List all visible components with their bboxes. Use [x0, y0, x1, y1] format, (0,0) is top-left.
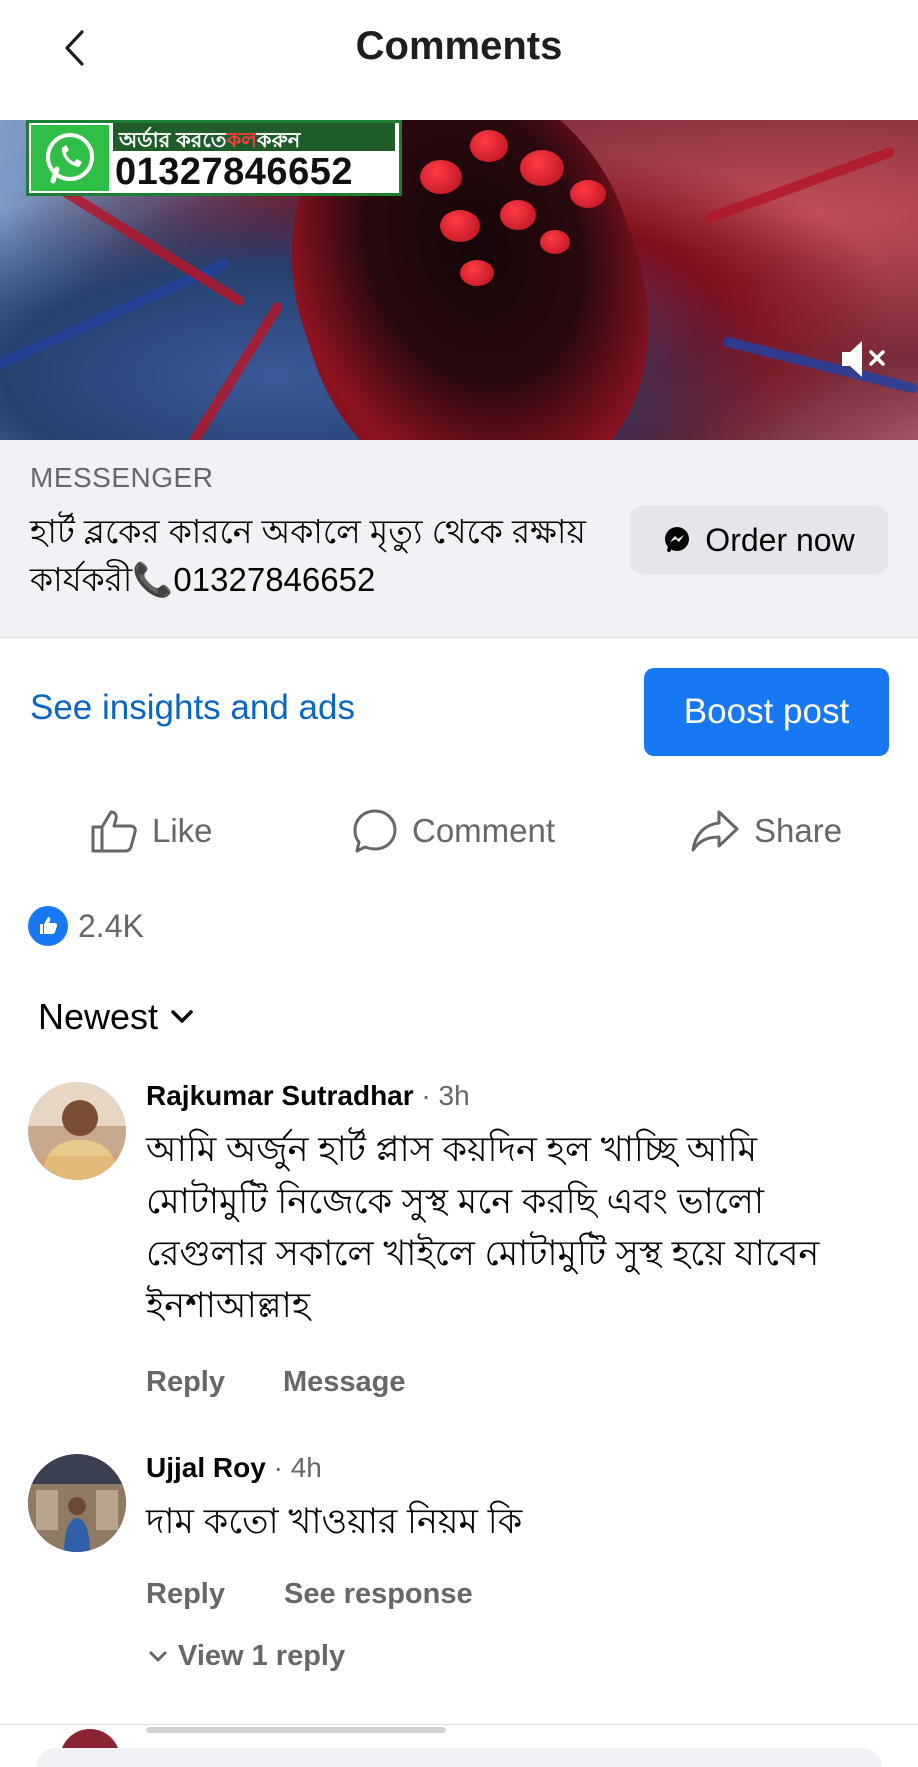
whatsapp-icon — [31, 125, 109, 191]
header: Comments — [0, 0, 918, 108]
comment-author[interactable]: Rajkumar Sutradhar · 3h — [146, 1080, 470, 1112]
comment-text: আমি অর্জুন হার্ট প্লাস কয়দিন হল খাচ্ছি … — [146, 1130, 820, 1325]
comment-author-placeholder — [146, 1727, 446, 1733]
chevron-down-icon — [149, 1651, 167, 1661]
boost-post-button[interactable]: Boost post — [644, 668, 889, 756]
avatar[interactable] — [28, 1082, 126, 1180]
comment-label: Comment — [412, 812, 556, 849]
sort-label: Newest — [38, 996, 159, 1037]
comment-author[interactable]: Ujjal Roy · 4h — [146, 1452, 322, 1484]
order-now-label: Order now — [705, 521, 855, 558]
ad-cta-card: MESSENGER হার্ট ব্লকের কারনে অকালে মৃত্য… — [0, 440, 918, 638]
reaction-count: 2.4K — [78, 907, 144, 944]
ad-video[interactable]: অর্ডার করতেকলকরুন 01327846652 — [0, 120, 918, 440]
reply-button[interactable]: Reply — [146, 1578, 225, 1611]
order-call-banner: অর্ডার করতেকলকরুন 01327846652 — [26, 120, 402, 196]
chevron-down-icon — [171, 1010, 193, 1023]
like-button[interactable]: Like — [90, 800, 213, 862]
view-replies-button[interactable]: View 1 reply — [148, 1640, 345, 1673]
like-badge-icon — [28, 906, 68, 946]
comment-sort-dropdown[interactable]: Newest — [38, 996, 194, 1038]
like-label: Like — [152, 812, 213, 849]
see-response-button[interactable]: See response — [284, 1578, 473, 1611]
comment-time: 4h — [290, 1452, 322, 1483]
comment-text: দাম কতো খাওয়ার নিয়ম কি — [146, 1502, 523, 1541]
share-arrow-icon — [691, 810, 739, 852]
boost-post-label: Boost post — [683, 692, 850, 731]
share-button[interactable]: Share — [690, 800, 842, 862]
order-now-button[interactable]: Order now — [630, 506, 888, 574]
page-title: Comments — [355, 24, 563, 68]
message-button[interactable]: Message — [283, 1366, 406, 1399]
reply-button[interactable]: Reply — [146, 1366, 225, 1399]
see-insights-link[interactable]: See insights and ads — [30, 688, 355, 728]
avatar[interactable] — [28, 1454, 126, 1552]
muted-speaker-icon — [842, 341, 885, 377]
messenger-icon — [665, 527, 690, 552]
view-replies-label: View 1 reply — [178, 1640, 346, 1672]
banner-phone-number: 01327846652 — [115, 151, 353, 193]
ad-source-label: MESSENGER — [30, 462, 214, 493]
thumbs-up-icon — [91, 810, 137, 853]
reaction-summary[interactable]: 2.4K — [28, 906, 144, 946]
ad-headline: হার্ট ব্লকের কারনে অকালে মৃত্যু থেকে রক্… — [30, 513, 586, 598]
post-action-bar: Like Comment Share — [0, 800, 918, 862]
share-label: Share — [754, 812, 843, 849]
comment-time: 3h — [438, 1080, 470, 1111]
mute-toggle[interactable] — [836, 334, 892, 384]
comment-bubble-icon — [353, 809, 397, 853]
comment-composer[interactable] — [36, 1748, 882, 1767]
